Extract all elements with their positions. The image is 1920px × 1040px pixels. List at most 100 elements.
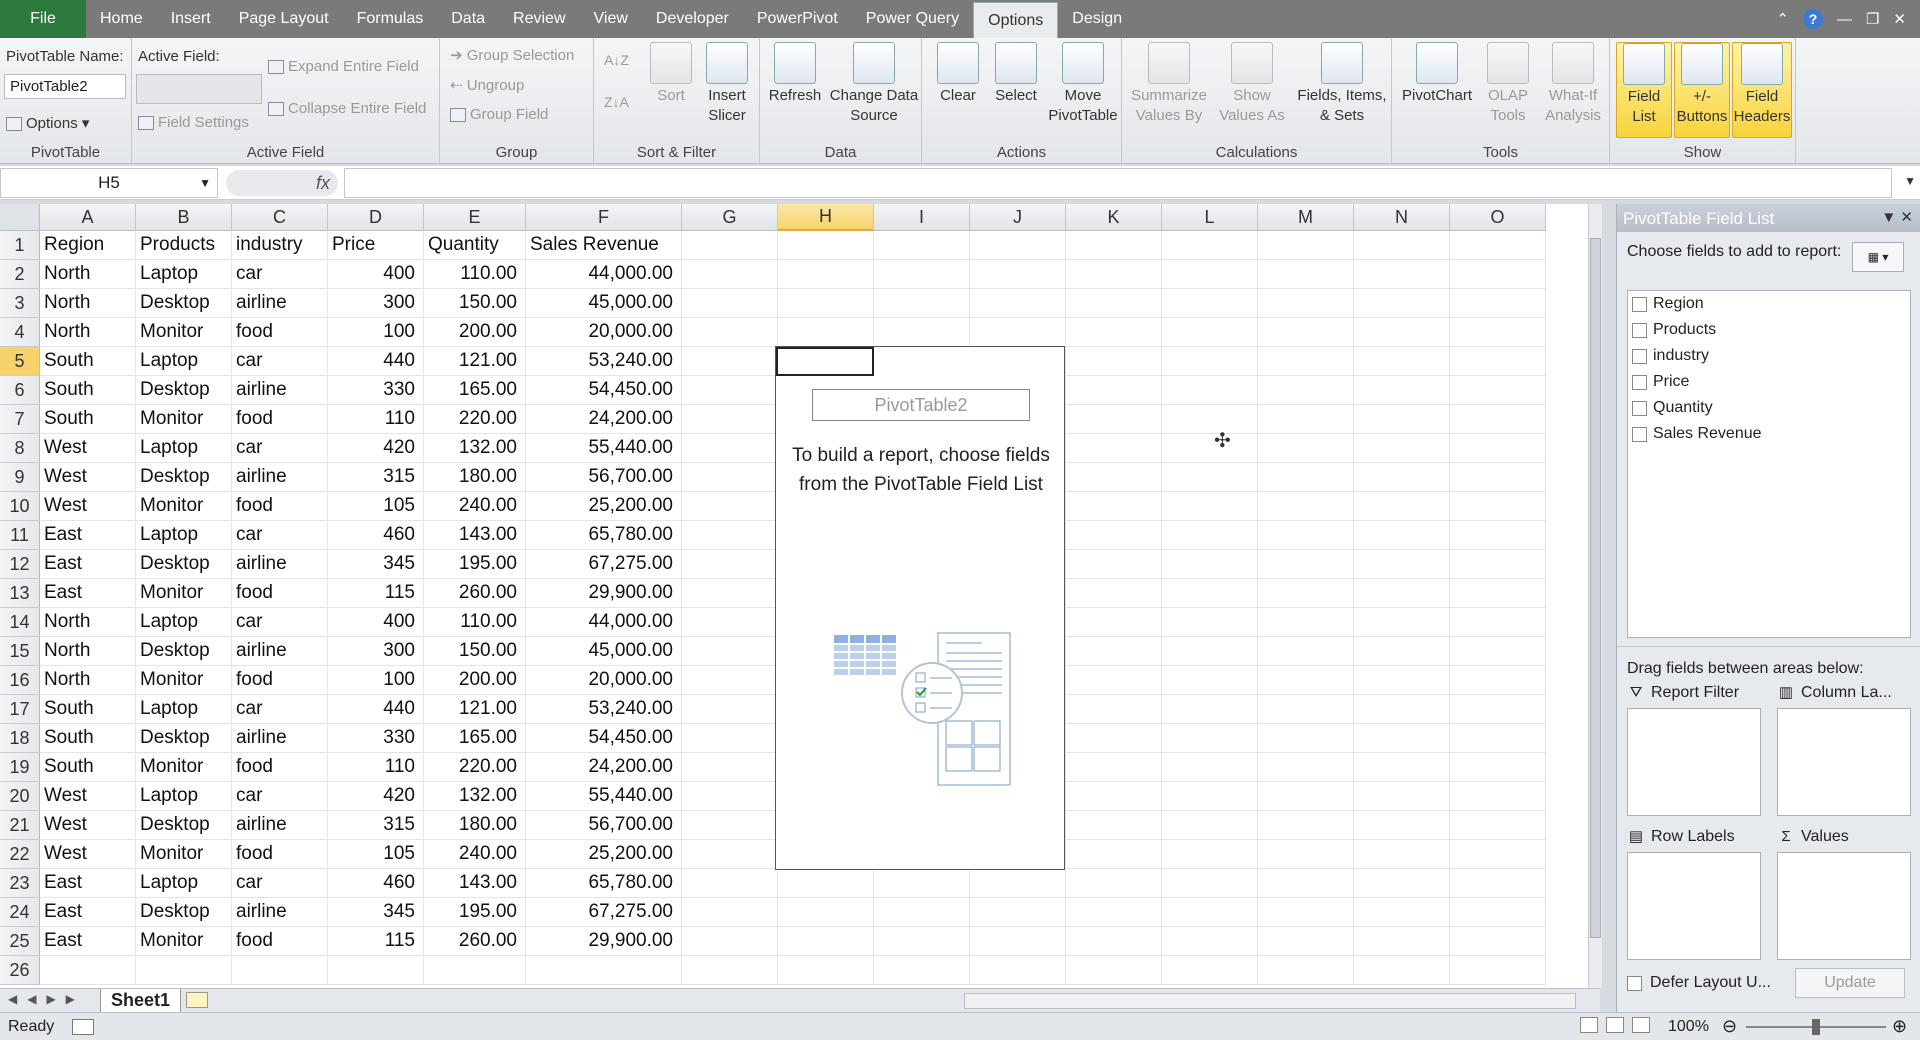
- grid-cell[interactable]: 25,200.00: [526, 840, 682, 869]
- grid-cell[interactable]: 440: [328, 347, 424, 376]
- buttons-toggle-button[interactable]: +/- Buttons: [1674, 42, 1730, 138]
- sort-descending-icon[interactable]: Z↓A: [604, 94, 629, 110]
- grid-cell[interactable]: [1066, 869, 1162, 898]
- grid-cell[interactable]: airline: [232, 811, 328, 840]
- grid-cell[interactable]: Desktop: [136, 550, 232, 579]
- grid-cell[interactable]: [1258, 463, 1354, 492]
- grid-cell[interactable]: [1066, 666, 1162, 695]
- grid-cell[interactable]: [1258, 840, 1354, 869]
- minimize-icon[interactable]: —: [1837, 11, 1852, 28]
- grid-cell[interactable]: [1258, 376, 1354, 405]
- defer-layout-update[interactable]: Defer Layout U...: [1627, 974, 1771, 992]
- tab-powerpivot[interactable]: PowerPivot: [743, 0, 852, 38]
- grid-cell[interactable]: [40, 956, 136, 985]
- grid-cell[interactable]: 56,700.00: [526, 463, 682, 492]
- grid-cell[interactable]: [1162, 724, 1258, 753]
- grid-cell[interactable]: 315: [328, 463, 424, 492]
- grid-cell[interactable]: 20,000.00: [526, 318, 682, 347]
- grid-cell[interactable]: 55,440.00: [526, 434, 682, 463]
- grid-cell[interactable]: [778, 260, 874, 289]
- grid-cell[interactable]: [1066, 840, 1162, 869]
- grid-cell[interactable]: Desktop: [136, 463, 232, 492]
- grid-cell[interactable]: 110: [328, 753, 424, 782]
- grid-cell[interactable]: 345: [328, 550, 424, 579]
- grid-cell[interactable]: 195.00: [424, 550, 526, 579]
- grid-cell[interactable]: [778, 869, 874, 898]
- grid-cell[interactable]: North: [40, 289, 136, 318]
- grid-cell[interactable]: 25,200.00: [526, 492, 682, 521]
- page-break-view-icon[interactable]: [1632, 1017, 1650, 1033]
- grid-cell[interactable]: [682, 260, 778, 289]
- grid-cell[interactable]: [1258, 666, 1354, 695]
- grid-cell[interactable]: [1162, 231, 1258, 260]
- grid-cell[interactable]: South: [40, 376, 136, 405]
- grid-cell[interactable]: [1354, 231, 1450, 260]
- insert-sheet-icon[interactable]: [186, 992, 208, 1008]
- grid-cell[interactable]: [1162, 840, 1258, 869]
- zoom-slider-knob[interactable]: [1812, 1019, 1820, 1035]
- grid-cell[interactable]: [1258, 434, 1354, 463]
- row-header[interactable]: 13: [0, 579, 40, 608]
- vertical-scroll-thumb[interactable]: [1590, 238, 1601, 938]
- grid-cell[interactable]: [1258, 492, 1354, 521]
- grid-cell[interactable]: [1066, 521, 1162, 550]
- grid-cell[interactable]: [778, 898, 874, 927]
- grid-cell[interactable]: [1162, 753, 1258, 782]
- grid-cell[interactable]: [682, 753, 778, 782]
- grid-cell[interactable]: [970, 260, 1066, 289]
- grid-cell[interactable]: airline: [232, 289, 328, 318]
- grid-cell[interactable]: [1258, 869, 1354, 898]
- row-header[interactable]: 23: [0, 869, 40, 898]
- grid-cell[interactable]: [1450, 260, 1546, 289]
- grid-cell[interactable]: Monitor: [136, 666, 232, 695]
- column-header-b[interactable]: B: [136, 204, 232, 231]
- grid-cell[interactable]: 44,000.00: [526, 608, 682, 637]
- grid-cell[interactable]: [874, 231, 970, 260]
- grid-cell[interactable]: [1066, 724, 1162, 753]
- grid-cell[interactable]: [970, 869, 1066, 898]
- grid-cell[interactable]: 67,275.00: [526, 898, 682, 927]
- grid-cell[interactable]: 110: [328, 405, 424, 434]
- grid-cell[interactable]: 330: [328, 376, 424, 405]
- grid-cell[interactable]: food: [232, 318, 328, 347]
- grid-cell[interactable]: [1162, 260, 1258, 289]
- grid-cell[interactable]: [1066, 898, 1162, 927]
- tab-file[interactable]: File: [0, 0, 86, 38]
- row-header[interactable]: 20: [0, 782, 40, 811]
- grid-cell[interactable]: [1354, 898, 1450, 927]
- grid-cell[interactable]: Monitor: [136, 840, 232, 869]
- grid-cell[interactable]: 150.00: [424, 289, 526, 318]
- field-item[interactable]: Products: [1628, 317, 1910, 343]
- grid-cell[interactable]: South: [40, 347, 136, 376]
- grid-cell[interactable]: airline: [232, 376, 328, 405]
- grid-cell[interactable]: [1162, 463, 1258, 492]
- grid-cell[interactable]: [1354, 492, 1450, 521]
- grid-cell[interactable]: East: [40, 927, 136, 956]
- grid-cell[interactable]: 420: [328, 434, 424, 463]
- grid-cell[interactable]: 180.00: [424, 463, 526, 492]
- grid-cell[interactable]: [682, 492, 778, 521]
- grid-cell[interactable]: [1450, 608, 1546, 637]
- column-header-i[interactable]: I: [874, 204, 970, 231]
- field-checkbox[interactable]: [1632, 400, 1647, 416]
- close-icon[interactable]: ✕: [1893, 10, 1906, 28]
- page-layout-view-icon[interactable]: [1606, 1017, 1624, 1033]
- change-data-source-button[interactable]: Change Data Source: [828, 42, 920, 126]
- grid-cell[interactable]: 240.00: [424, 492, 526, 521]
- grid-cell[interactable]: [1450, 811, 1546, 840]
- grid-cell[interactable]: [1258, 608, 1354, 637]
- grid-cell[interactable]: [1066, 231, 1162, 260]
- grid-cell[interactable]: [682, 347, 778, 376]
- zoom-slider[interactable]: [1746, 1019, 1886, 1035]
- pane-menu-icon[interactable]: ▼: [1881, 209, 1896, 226]
- grid-cell[interactable]: [970, 289, 1066, 318]
- group-selection-button[interactable]: ➔ Group Selection: [450, 46, 574, 64]
- grid-cell[interactable]: [1450, 347, 1546, 376]
- grid-cell[interactable]: [526, 956, 682, 985]
- grid-cell[interactable]: [1450, 695, 1546, 724]
- active-field-input[interactable]: [136, 74, 262, 104]
- grid-cell[interactable]: 420: [328, 782, 424, 811]
- grid-cell[interactable]: 53,240.00: [526, 347, 682, 376]
- row-header[interactable]: 5: [0, 347, 40, 376]
- grid-cell[interactable]: Laptop: [136, 608, 232, 637]
